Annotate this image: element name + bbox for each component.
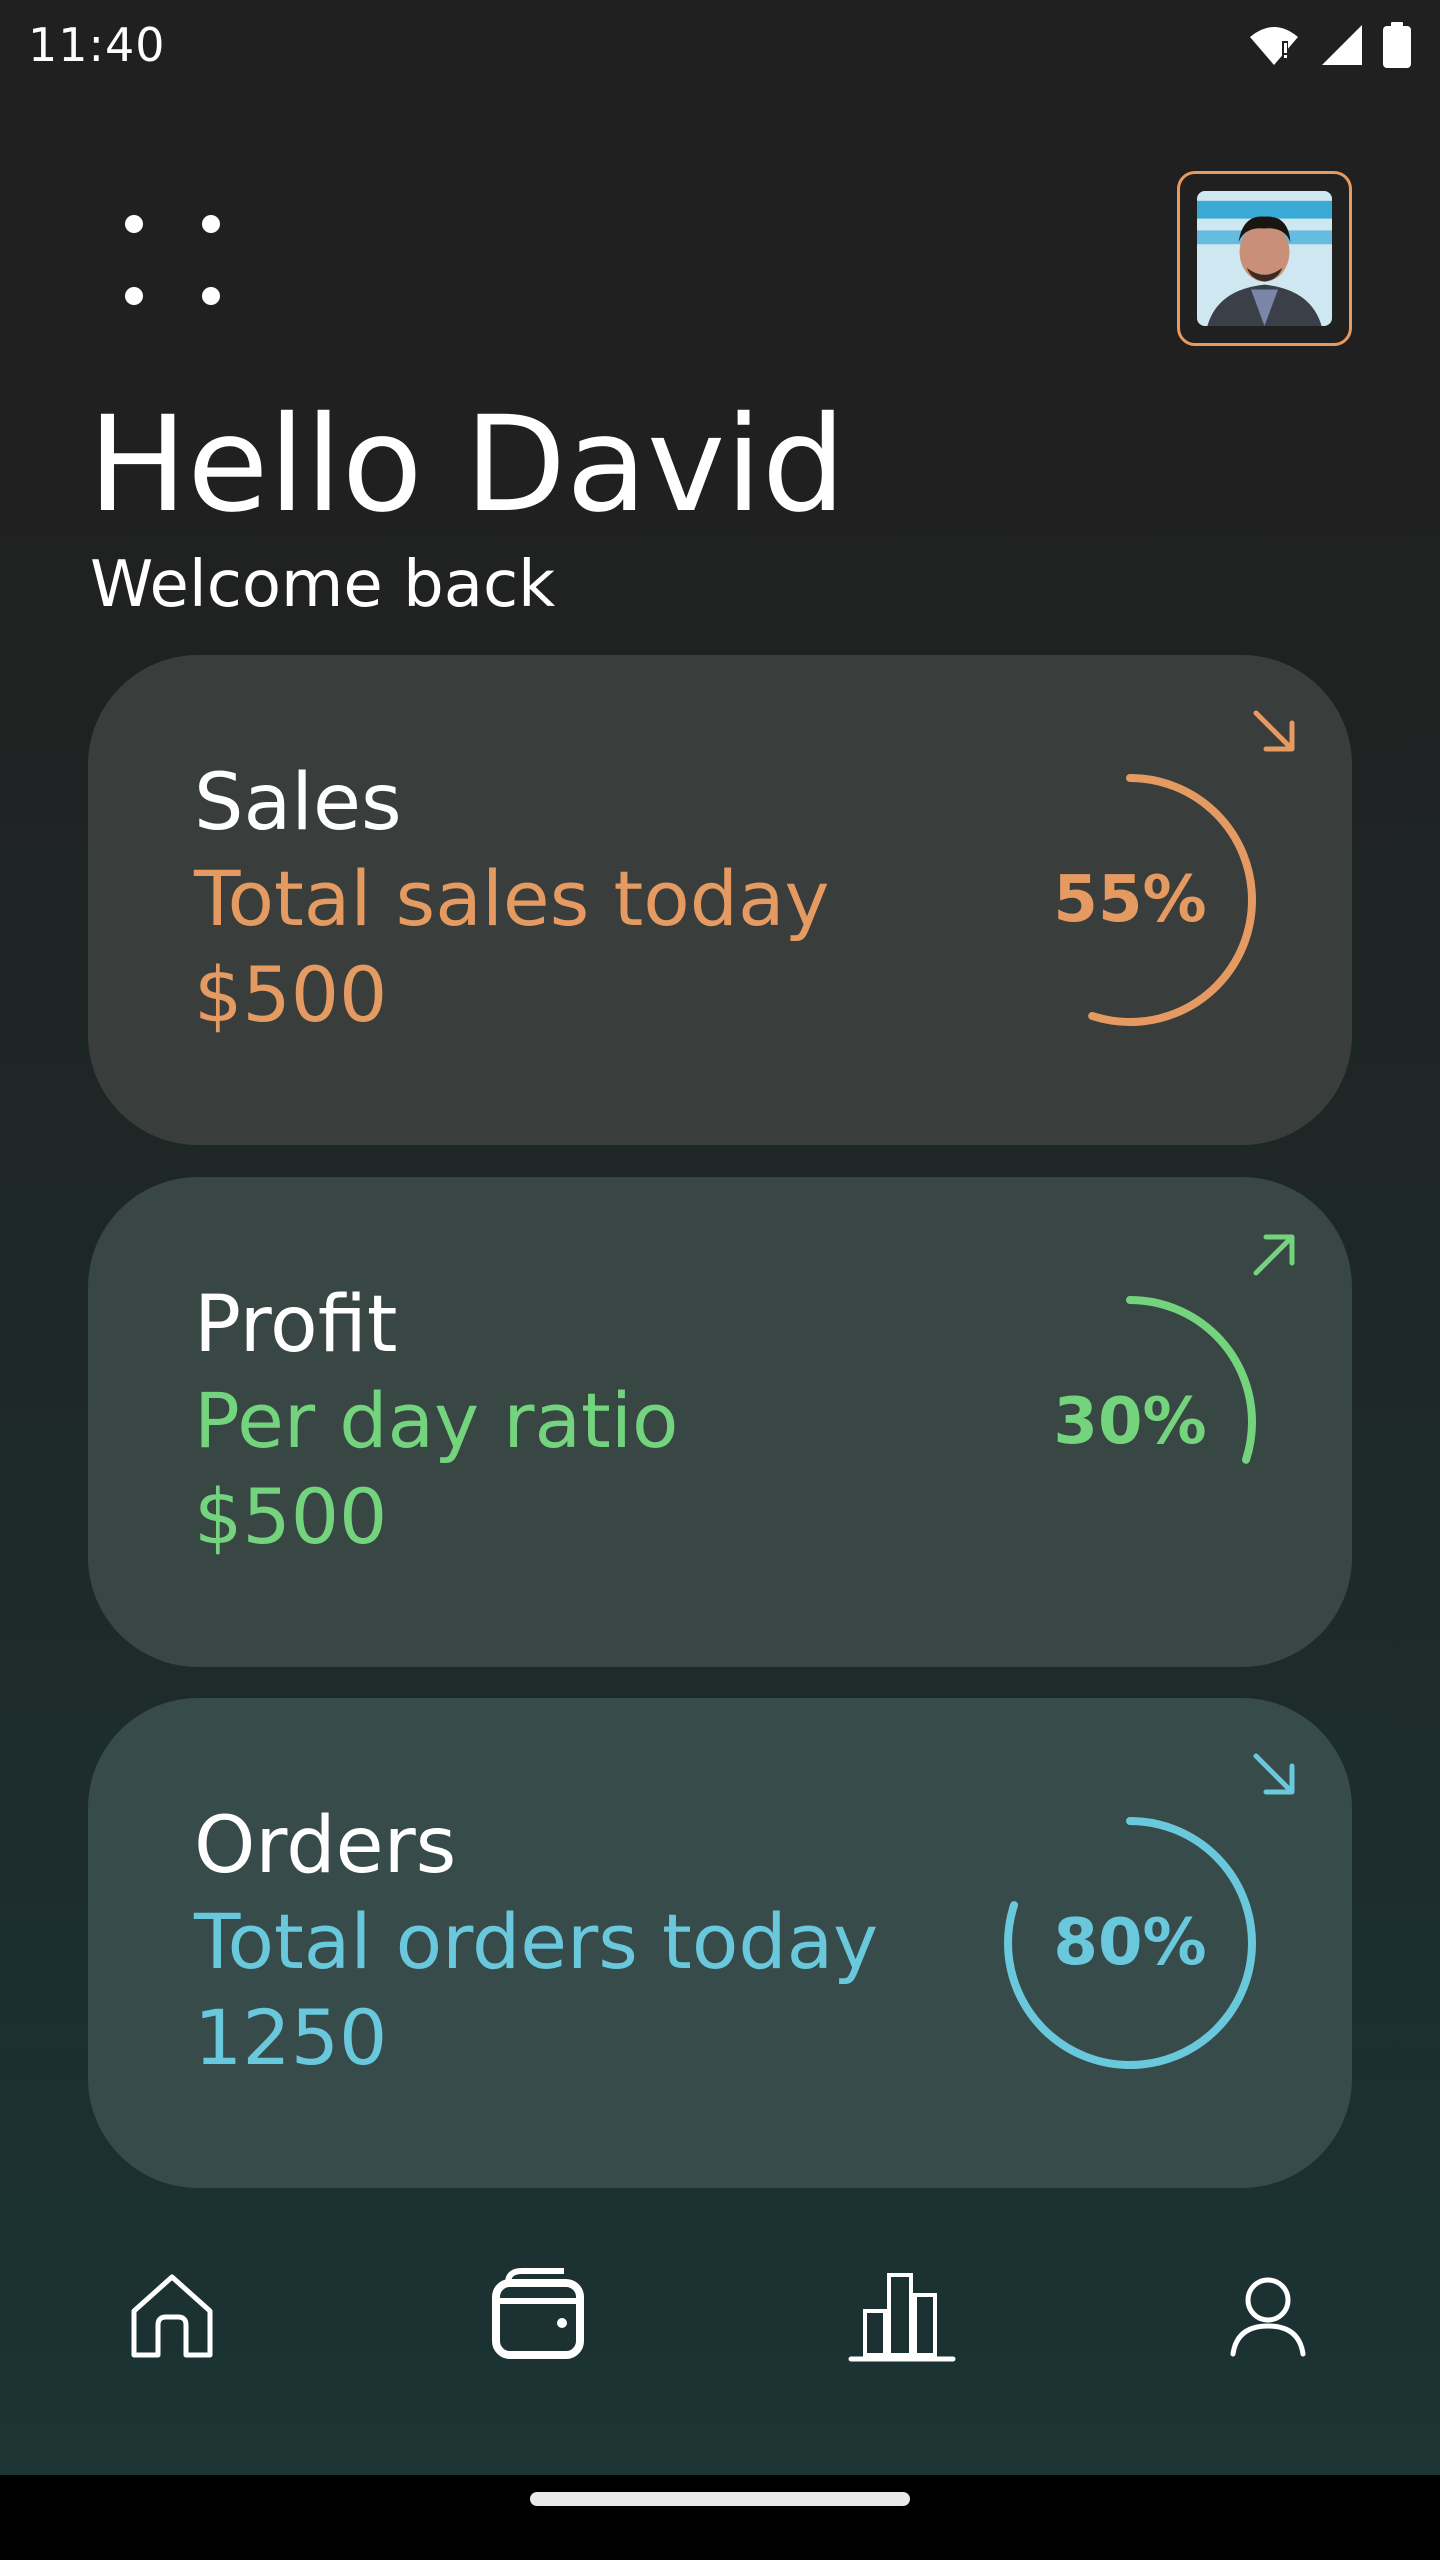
card-value: $500: [194, 950, 388, 1039]
wallet-icon: [492, 2268, 584, 2359]
avatar: [1197, 191, 1332, 326]
progress-gauge: 80%: [1000, 1813, 1260, 2073]
nav-profile[interactable]: [1208, 2255, 1328, 2375]
progress-gauge: 30%: [1000, 1292, 1260, 1552]
card-subtitle: Total sales today: [194, 854, 830, 943]
menu-dot: [202, 215, 220, 233]
wifi-alert-icon: [1250, 27, 1298, 65]
card-title: Profit: [194, 1280, 398, 1370]
sales-card[interactable]: Sales Total sales today $500 55%: [88, 655, 1352, 1145]
profit-card[interactable]: Profit Per day ratio $500 30%: [88, 1177, 1352, 1667]
system-nav-bar: [0, 2475, 1440, 2560]
status-icons: [1246, 22, 1412, 68]
user-icon: [1230, 2277, 1306, 2357]
arrow-down-right-icon[interactable]: [1250, 1750, 1300, 1800]
gauge-percent: 30%: [1053, 1385, 1207, 1459]
arrow-up-right-icon[interactable]: [1250, 1229, 1300, 1279]
card-subtitle: Per day ratio: [194, 1376, 679, 1465]
bar-chart-icon: [848, 2273, 956, 2362]
status-bar: 11:40: [0, 0, 1440, 90]
greeting-subtitle: Welcome back: [90, 548, 556, 622]
avatar-portrait-icon: [1197, 191, 1332, 326]
battery-icon: [1383, 22, 1411, 68]
nav-home[interactable]: [112, 2255, 232, 2375]
nav-wallet[interactable]: [478, 2255, 598, 2375]
menu-dot: [125, 287, 143, 305]
card-title: Orders: [194, 1801, 457, 1891]
orders-card[interactable]: Orders Total orders today 1250 80%: [88, 1698, 1352, 2188]
menu-dot: [125, 215, 143, 233]
gauge-percent: 55%: [1053, 863, 1207, 937]
progress-gauge: 55%: [1000, 770, 1260, 1030]
greeting-title: Hello David: [88, 388, 846, 542]
home-icon: [131, 2274, 213, 2358]
card-title: Sales: [194, 758, 402, 848]
menu-button[interactable]: [110, 200, 230, 320]
menu-dot: [202, 287, 220, 305]
card-text: Profit Per day ratio $500: [194, 1277, 678, 1565]
avatar-button[interactable]: [1177, 171, 1352, 346]
card-value: $500: [194, 1472, 388, 1561]
status-time: 11:40: [28, 18, 166, 72]
card-text: Orders Total orders today 1250: [194, 1798, 878, 2086]
card-value: 1250: [194, 1993, 388, 2082]
arrow-down-right-icon[interactable]: [1250, 707, 1300, 757]
card-text: Sales Total sales today $500: [194, 755, 830, 1043]
nav-stats[interactable]: [842, 2255, 962, 2375]
signal-icon: [1322, 25, 1362, 65]
card-subtitle: Total orders today: [194, 1897, 879, 1986]
home-indicator[interactable]: [530, 2492, 910, 2506]
gauge-percent: 80%: [1053, 1906, 1207, 1980]
bottom-nav: [0, 2235, 1440, 2385]
